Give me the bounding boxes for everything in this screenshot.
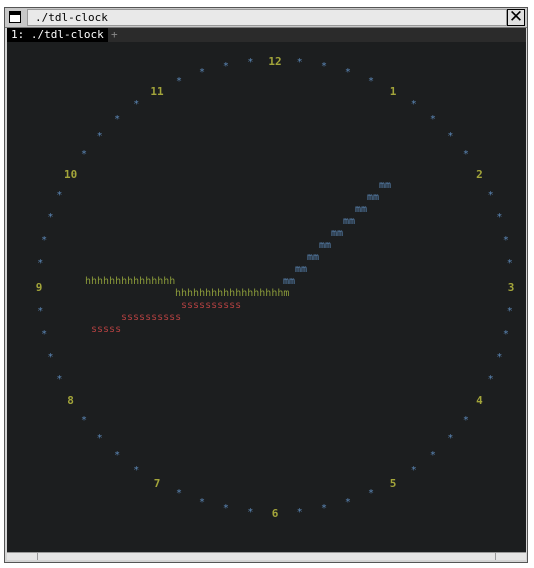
clock-tick: * (447, 130, 454, 142)
clock-number: 6 (271, 507, 279, 520)
clock-tick: * (296, 506, 303, 518)
clock-tick: * (487, 190, 494, 202)
clock-tick: * (487, 373, 494, 385)
clock-tick: * (114, 114, 121, 126)
clock-tick: * (41, 235, 48, 246)
clock-tick: * (37, 305, 44, 317)
clock-tick: * (133, 99, 140, 111)
clock-tick: * (96, 433, 103, 445)
clock-tick: * (296, 57, 303, 69)
clock-tick: * (462, 414, 469, 426)
clock-tick: * (344, 67, 351, 79)
second-hand-segment: sssss (91, 324, 122, 335)
minute-hand-segment: mm (379, 180, 392, 191)
clock-tick: * (502, 235, 509, 246)
clock-tick: * (175, 75, 183, 87)
hour-hand-segment: hhhhhhhhhhhhhhhhhhm (175, 288, 290, 299)
minute-hand-segment: mm (367, 192, 380, 203)
minute-hand-segment: mm (355, 204, 368, 215)
clock-tick: * (429, 114, 436, 126)
clock-number: 9 (35, 281, 43, 294)
clock-tick: * (502, 328, 509, 340)
clock-number: 1 (389, 85, 397, 99)
clock-tick: * (96, 130, 103, 142)
clock-tick: * (81, 414, 88, 426)
clock-tick: * (321, 60, 328, 72)
minute-hand-segment: mm (319, 240, 332, 251)
clock-tick: * (344, 496, 351, 508)
clock-tick: * (175, 488, 183, 500)
clock-tick: * (367, 488, 374, 500)
clock-tick: * (496, 212, 503, 224)
window-menu-icon[interactable] (9, 11, 21, 23)
clock-tick: * (247, 57, 254, 69)
clock-tick: * (81, 149, 88, 161)
title-bar[interactable]: ./tdl-clock ✕ (5, 8, 527, 28)
clock-tick: * (462, 149, 469, 161)
clock-number: 2 (476, 168, 483, 181)
tab-active[interactable]: 1: ./tdl-clock (7, 28, 108, 42)
second-hand-segment: ssssssssss (121, 312, 182, 323)
clock-tick: * (199, 67, 206, 79)
clock-number: 10 (63, 168, 78, 181)
minute-hand-segment: mm (295, 264, 308, 275)
horizontal-scrollbar[interactable] (7, 552, 526, 560)
clock-tick: * (222, 60, 229, 72)
clock-tick: * (506, 305, 513, 317)
clock-tick: * (429, 449, 436, 461)
clock-number: 7 (153, 476, 161, 490)
clock-tick: * (56, 373, 63, 385)
clock-tick: * (506, 258, 513, 270)
window-title: ./tdl-clock (27, 9, 507, 26)
clock-tick: * (47, 212, 54, 224)
minute-hand-segment: mm (307, 252, 320, 263)
clock-tick: * (447, 433, 454, 445)
clock-tick: * (199, 496, 206, 508)
clock-tick: * (114, 449, 121, 461)
clock-tick: * (37, 258, 44, 270)
clock-number: 4 (476, 394, 483, 407)
clock-tick: * (410, 99, 417, 111)
clock-tick: * (41, 328, 48, 340)
close-button[interactable]: ✕ (507, 9, 525, 26)
minute-hand-segment: mm (343, 216, 356, 227)
clock-tick: * (133, 464, 140, 476)
clock-tick: * (410, 464, 417, 476)
terminal-area[interactable]: hhhhhhhhhhhhhhh hhhhhhhhhhhhhhhhhhm mm m… (7, 42, 526, 552)
clock-number: 8 (67, 394, 74, 407)
clock-tick: * (367, 75, 374, 87)
clock-number: 11 (150, 85, 164, 99)
minute-hand-segment: mm (331, 228, 344, 239)
clock-tick: * (496, 351, 503, 363)
clock-number: 3 (507, 281, 515, 294)
clock-number: 12 (268, 55, 282, 68)
new-tab-button[interactable]: + (111, 28, 118, 42)
tab-bar: 1: ./tdl-clock + (7, 28, 526, 42)
clock-tick: * (247, 506, 254, 518)
clock-tick: * (321, 503, 328, 515)
hour-hand-segment: hhhhhhhhhhhhhhh (85, 276, 176, 287)
clock-tick: * (56, 190, 63, 202)
scroll-left-arrow[interactable] (7, 553, 38, 560)
minute-hand-segment: mm (283, 276, 296, 287)
second-hand-segment: ssssssssss (181, 300, 242, 311)
clock-number: 5 (389, 476, 397, 490)
clock-tick: * (47, 351, 54, 363)
clock-tick: * (222, 503, 229, 515)
scroll-right-arrow[interactable] (495, 553, 526, 560)
